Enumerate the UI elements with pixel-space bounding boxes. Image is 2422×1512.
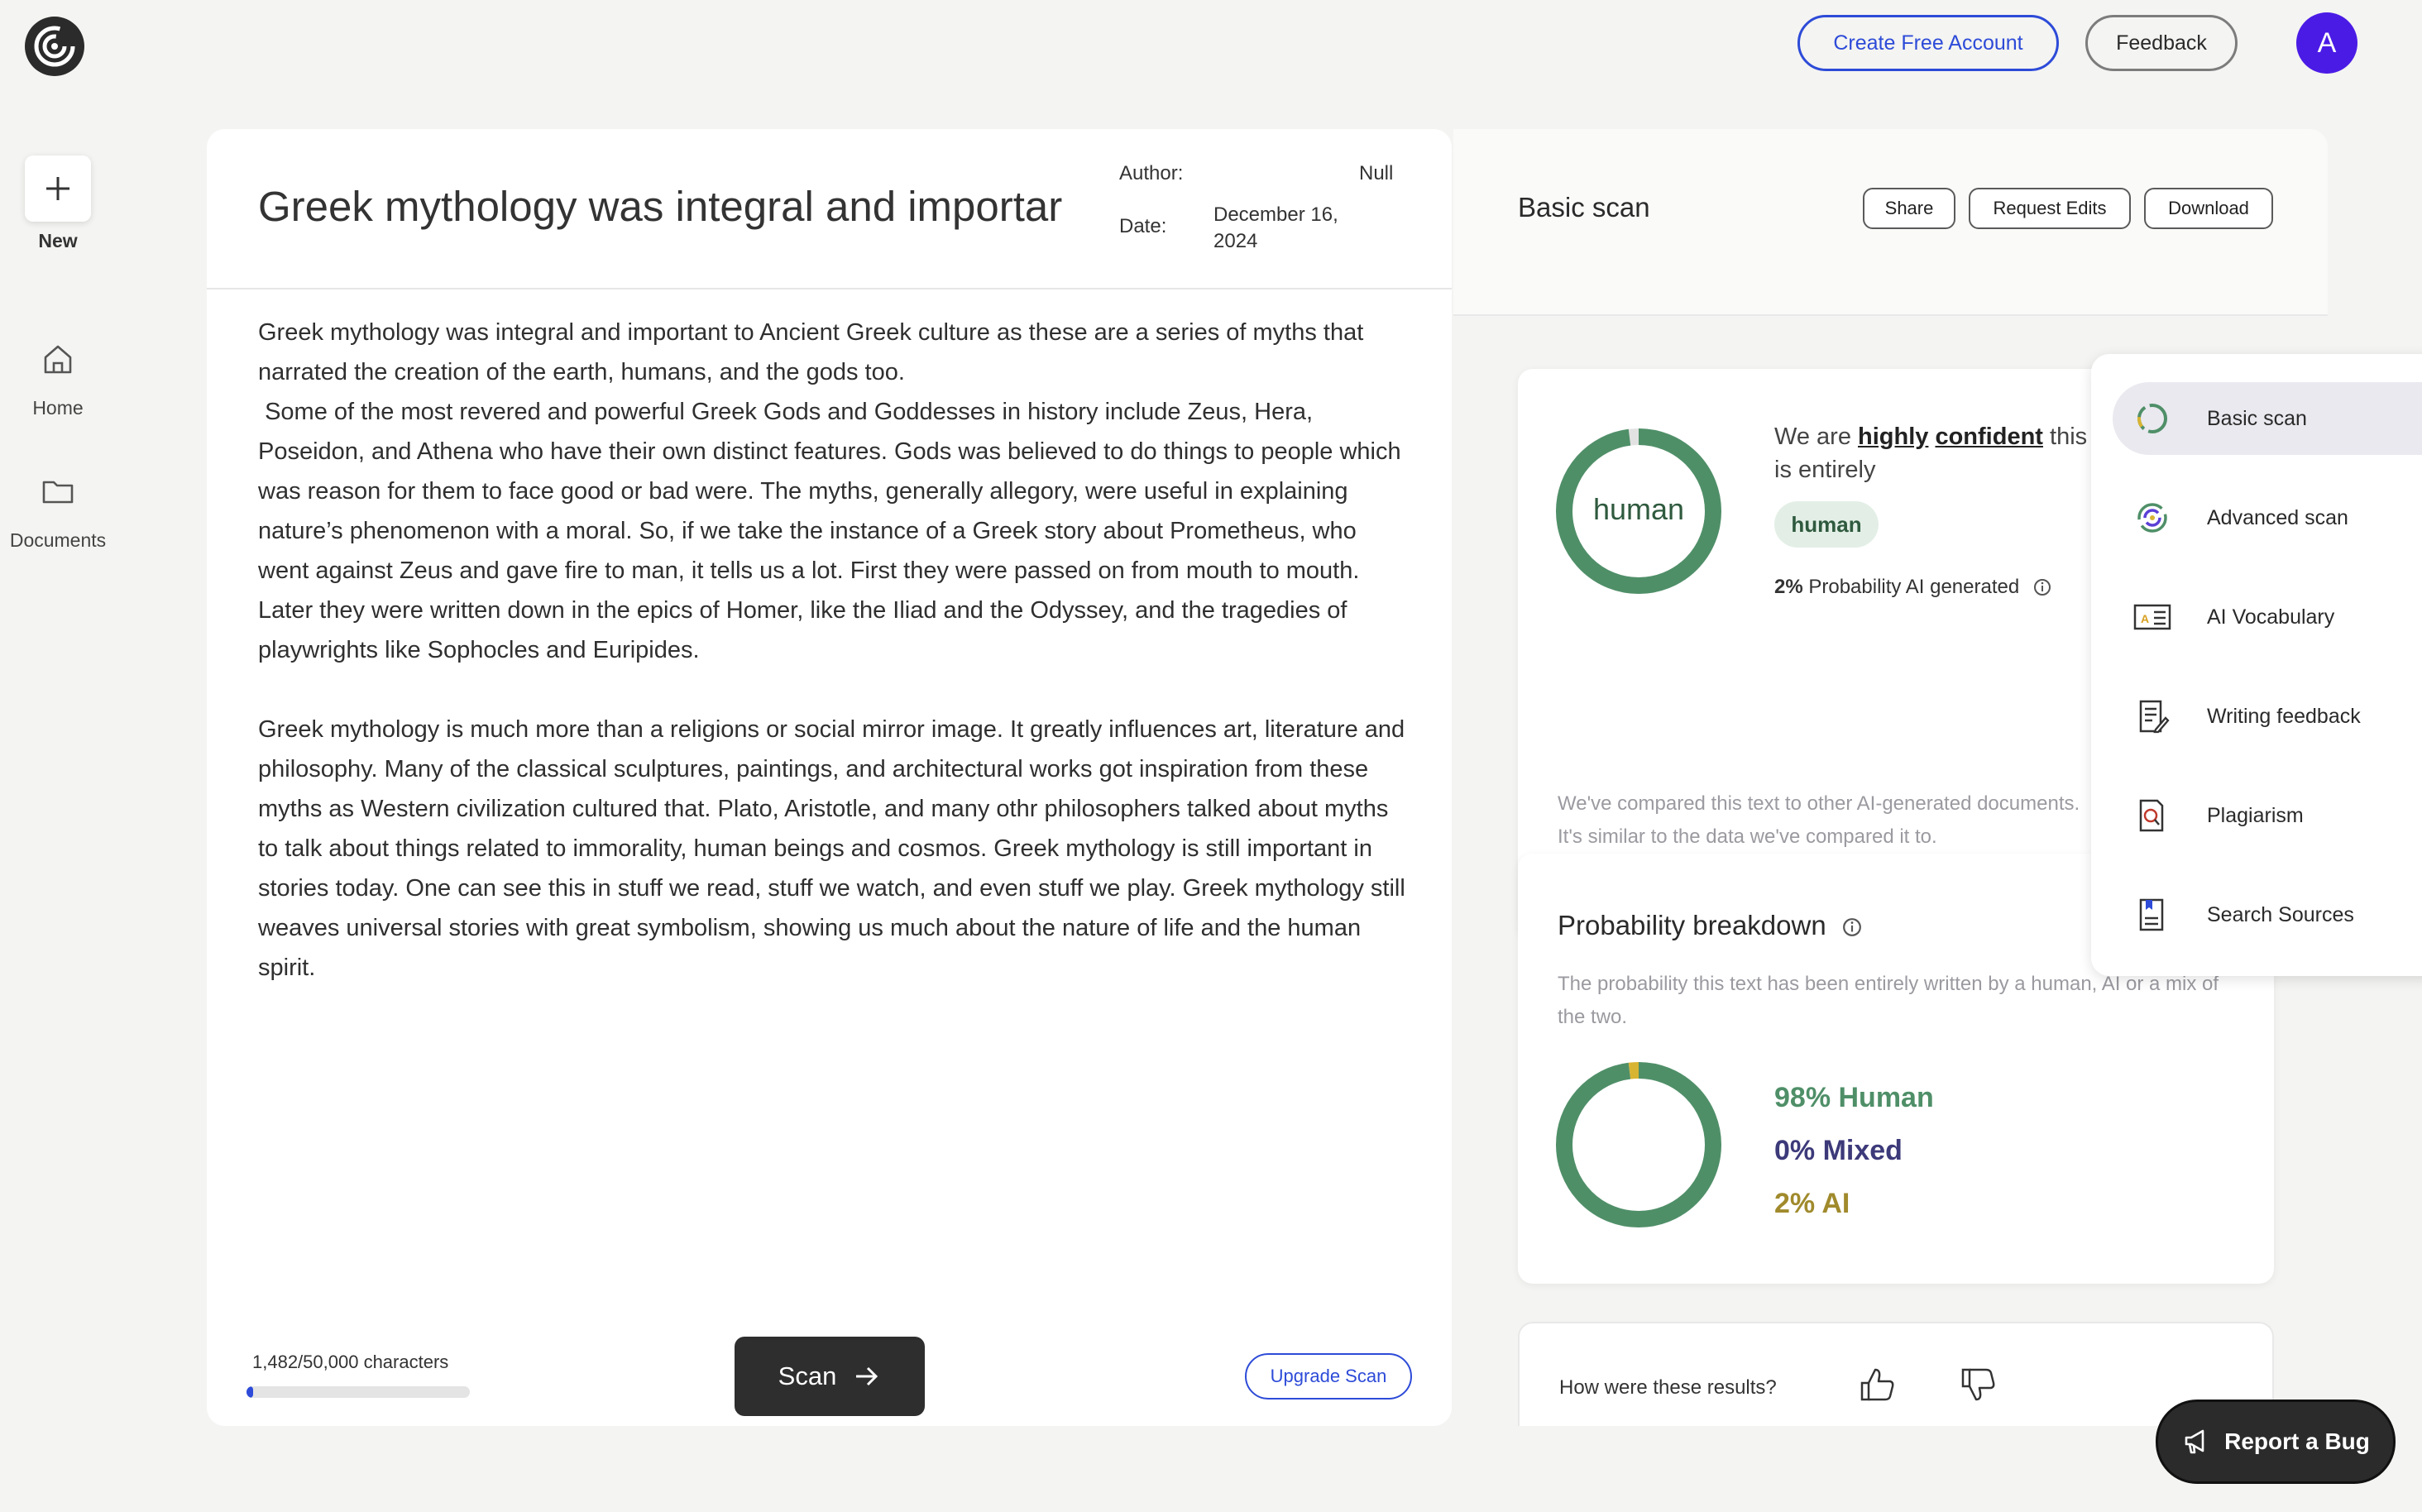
donut-label: human [1593, 492, 1684, 526]
plagiarism-icon [2132, 796, 2172, 835]
paragraph: Greek mythology is much more than a reli… [258, 716, 1412, 981]
logo-icon [34, 26, 75, 67]
ai-vocabulary-icon: A [2132, 597, 2172, 637]
date-label: Date: [1119, 215, 1167, 237]
plus-icon [46, 177, 69, 200]
thumbs-down-icon[interactable] [1958, 1365, 1998, 1404]
writing-feedback-icon [2132, 696, 2172, 736]
thumbs-up-icon[interactable] [1857, 1365, 1897, 1404]
human-tag: human [1774, 501, 1879, 548]
mixed-percentage: 0% Mixed [1774, 1135, 1903, 1166]
home-nav-item[interactable] [33, 334, 83, 384]
basic-scan-icon [2132, 399, 2172, 438]
breakdown-title-text: Probability breakdown [1558, 910, 1826, 940]
menu-item-label: Search Sources [2207, 902, 2354, 926]
new-document-button[interactable] [25, 156, 91, 222]
request-edits-button[interactable]: Request Edits [1969, 188, 2131, 229]
document-text-area[interactable]: Greek mythology was integral and importa… [258, 313, 1408, 1027]
download-button[interactable]: Download [2144, 188, 2273, 229]
document-header: Greek mythology was integral and importa… [207, 129, 1452, 289]
menu-item-basic-scan[interactable]: Basic scan [2113, 382, 2422, 455]
character-progress-bar [247, 1386, 470, 1398]
breakdown-donut [1556, 1062, 1721, 1227]
scan-button-label: Scan [778, 1361, 837, 1390]
nav-documents-label[interactable]: Documents [0, 529, 116, 552]
scan-type-title: Basic scan [1518, 192, 1650, 222]
menu-item-ai-vocabulary[interactable]: A AI Vocabulary [2113, 581, 2422, 653]
user-avatar[interactable]: A [2296, 12, 2357, 74]
info-icon[interactable] [2033, 578, 2051, 596]
author-value: Null [1359, 162, 1394, 184]
scan-type-menu: Basic scan Advanced scan A AI Vocabulary [2091, 354, 2422, 976]
arrow-right-icon [856, 1366, 878, 1386]
highly-link[interactable]: highly [1858, 423, 1928, 450]
confidence-pre: We are [1774, 423, 1859, 450]
character-count: 1,482/50,000 characters [252, 1352, 449, 1372]
search-sources-icon [2132, 895, 2172, 935]
breakdown-title: Probability breakdown [1558, 910, 1862, 941]
home-icon [44, 345, 72, 374]
advanced-scan-icon [2132, 498, 2172, 538]
confident-link[interactable]: confident [1935, 423, 2043, 450]
scan-button[interactable]: Scan [735, 1337, 925, 1416]
date-value: December 16, 2024 [1213, 203, 1338, 252]
svg-text:A: A [2141, 612, 2149, 625]
documents-nav-item[interactable] [33, 467, 83, 516]
results-feedback-card: How were these results? [1518, 1322, 2274, 1426]
paragraph: Greek mythology was integral and importa… [258, 319, 1401, 663]
menu-item-writing-feedback[interactable]: Writing feedback [2113, 680, 2422, 753]
feedback-question: How were these results? [1559, 1376, 1777, 1399]
create-free-account-button[interactable]: Create Free Account [1797, 15, 2059, 71]
menu-item-advanced-scan[interactable]: Advanced scan [2113, 481, 2422, 554]
menu-item-label: AI Vocabulary [2207, 605, 2335, 629]
app-logo[interactable] [25, 17, 84, 76]
ai-probability-label: Probability AI generated [1802, 576, 2020, 598]
ai-percentage: 2% AI [1774, 1188, 1850, 1219]
character-progress-fill [247, 1386, 253, 1398]
upgrade-scan-button[interactable]: Upgrade Scan [1245, 1353, 1412, 1400]
author-label: Author: [1119, 162, 1184, 184]
info-icon[interactable] [1842, 917, 1862, 937]
results-header: Basic scan Share Request Edits Download [1453, 129, 2328, 316]
nav-new-label: New [38, 230, 78, 251]
menu-item-label: Plagiarism [2207, 803, 2304, 827]
menu-item-search-sources[interactable]: Search Sources [2113, 878, 2422, 951]
menu-item-label: Basic scan [2207, 406, 2307, 430]
ai-probability-value: 2% [1774, 576, 1803, 598]
folder-icon [42, 481, 74, 504]
menu-item-label: Advanced scan [2207, 505, 2348, 529]
report-bug-button[interactable]: Report a Bug [2156, 1400, 2396, 1484]
human-slice [1556, 1062, 1721, 1227]
feedback-button[interactable]: Feedback [2085, 15, 2238, 71]
menu-item-label: Writing feedback [2207, 704, 2361, 728]
megaphone-icon [2185, 1429, 2204, 1454]
breakdown-description: The probability this text has been entir… [1558, 973, 2219, 1028]
ai-probability-line: 2% Probability AI generated [1774, 576, 2051, 599]
nav-home-label[interactable]: Home [0, 397, 116, 419]
comparison-note: We've compared this text to other AI-gen… [1558, 792, 2080, 848]
share-button[interactable]: Share [1863, 188, 1955, 229]
human-donut: human [1556, 428, 1721, 594]
confidence-statement: We are highly confident this text is ent… [1774, 420, 2138, 486]
report-bug-label: Report a Bug [2224, 1428, 2370, 1454]
human-percentage: 98% Human [1774, 1082, 1934, 1113]
menu-item-plagiarism[interactable]: Plagiarism [2113, 779, 2422, 852]
document-editor: Greek mythology was integral and importa… [207, 129, 1452, 1426]
